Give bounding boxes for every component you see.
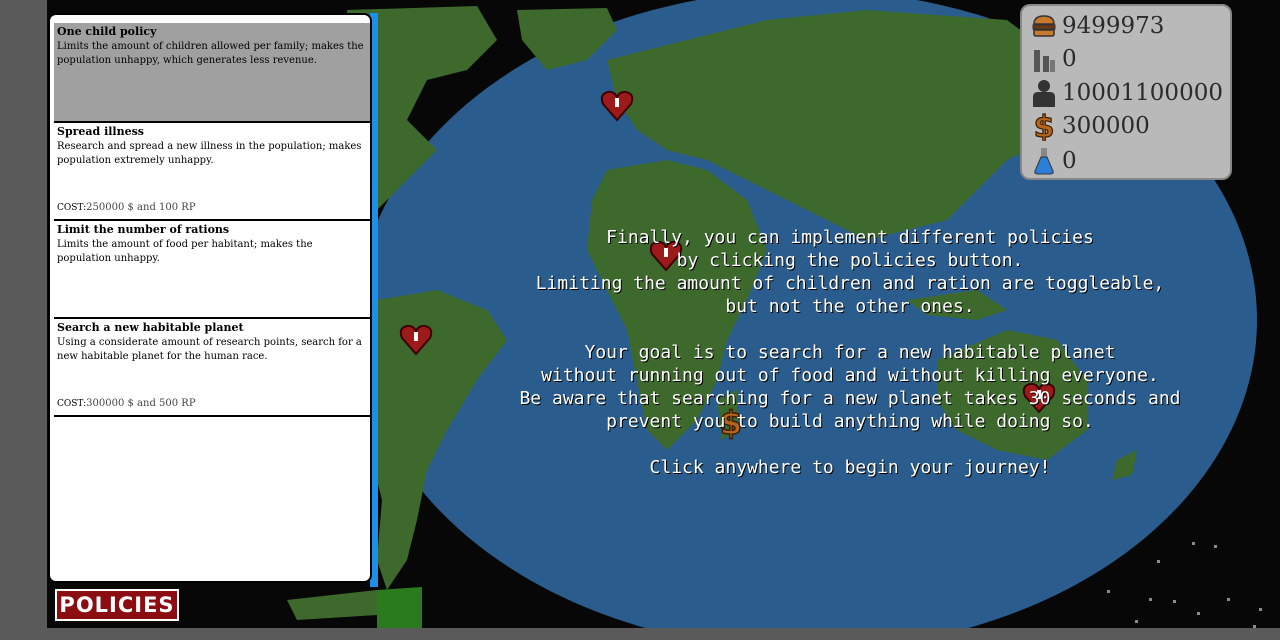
star [1259, 608, 1262, 611]
person-icon [1032, 79, 1056, 107]
policy-description: Using a considerate amount of research p… [57, 337, 362, 362]
policy-spread-illness[interactable]: Spread illness Research and spread a new… [54, 123, 370, 221]
resource-stats-panel: 9499973 0 10001100000 $ 300000 0 [1020, 4, 1232, 180]
star [1214, 545, 1217, 548]
stat-population: 10001100000 [1032, 78, 1223, 108]
policy-cost: COST:300000 $ and 500 RP [57, 398, 196, 409]
cost-label: COST: [57, 203, 87, 213]
heart-marker-icon[interactable] [600, 88, 634, 122]
policy-title: Spread illness [57, 125, 144, 138]
tutorial-text[interactable]: Finally, you can implement different pol… [427, 226, 1273, 479]
star [1197, 612, 1200, 615]
stat-factories: 0 [1032, 44, 1077, 74]
research-value: 0 [1062, 148, 1077, 174]
policy-title: Limit the number of rations [57, 223, 230, 236]
star [1157, 560, 1160, 563]
star [1149, 598, 1152, 601]
flask-icon [1032, 147, 1056, 175]
star [1135, 620, 1138, 623]
policy-one-child[interactable]: One child policy Limits the amount of ch… [54, 23, 370, 123]
stat-money: $ 300000 [1032, 111, 1150, 141]
cost-label: COST: [57, 399, 87, 409]
factories-value: 0 [1062, 46, 1077, 72]
dollar-icon: $ [1032, 111, 1056, 141]
policy-description: Limits the amount of children allowed pe… [57, 41, 364, 66]
policy-limit-rations[interactable]: Limit the number of rations Limits the a… [54, 221, 370, 319]
policies-panel: One child policy Limits the amount of ch… [48, 13, 372, 583]
cost-value: 250000 $ and 100 RP [86, 202, 196, 213]
policy-search-planet[interactable]: Search a new habitable planet Using a co… [54, 319, 370, 417]
population-value: 10001100000 [1062, 80, 1223, 106]
stat-food: 9499973 [1032, 11, 1164, 41]
star [1107, 590, 1110, 593]
policy-title: One child policy [57, 25, 157, 38]
burger-icon [1032, 12, 1056, 40]
policy-title: Search a new habitable planet [57, 321, 244, 334]
svg-text:$: $ [1034, 111, 1055, 141]
cost-value: 300000 $ and 500 RP [86, 398, 196, 409]
stat-research: 0 [1032, 146, 1077, 176]
policies-button[interactable]: POLICIES [55, 589, 179, 621]
star [1173, 600, 1176, 603]
star [1227, 598, 1230, 601]
south-america-tip [287, 590, 377, 620]
bottom-bar [0, 628, 1280, 640]
island-bottom [377, 587, 422, 628]
factory-icon [1032, 45, 1056, 73]
star [1192, 542, 1195, 545]
policy-description: Limits the amount of food per habitant; … [57, 239, 313, 264]
money-value: 300000 [1062, 113, 1150, 139]
food-value: 9499973 [1062, 13, 1165, 39]
policy-cost: COST:250000 $ and 100 RP [57, 202, 196, 213]
left-margin [0, 0, 47, 628]
policy-description: Research and spread a new illness in the… [57, 141, 362, 166]
